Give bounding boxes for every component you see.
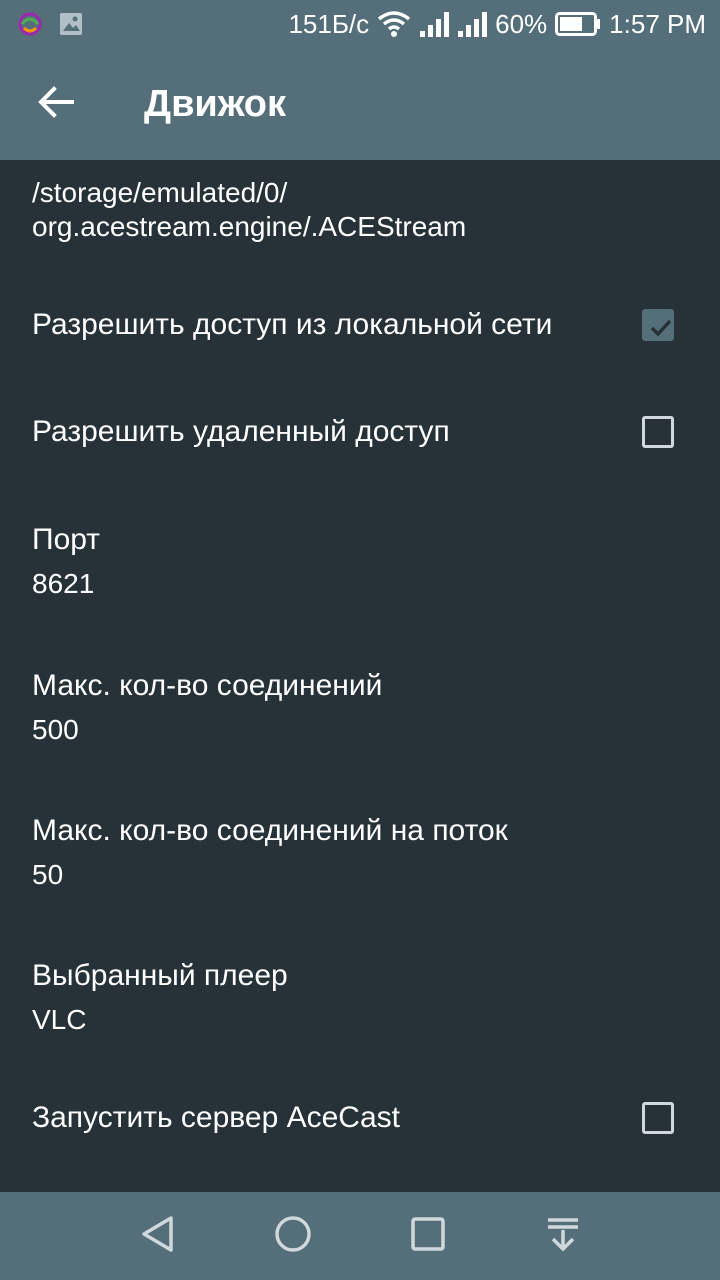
pref-local-access[interactable]: Разрешить доступ из локальной сети [0,275,720,375]
pref-max-connections-value: 500 [32,714,79,745]
clock: 1:57 PM [609,8,706,39]
square-recents-icon [408,1214,448,1259]
triangle-back-icon [138,1214,178,1259]
pref-max-connections[interactable]: Макс. кол-во соединений 500 [0,662,720,752]
preferences-list[interactable]: /storage/emulated/0/ org.acestream.engin… [0,160,720,1192]
back-button[interactable] [0,48,112,160]
toolbar: Движок [0,48,720,160]
status-bar: 151Б/с 60% 1:57 PM [0,0,720,48]
pref-cache-path[interactable]: /storage/emulated/0/ org.acestream.engin… [32,160,632,244]
nav-notifications-button[interactable] [528,1201,598,1271]
image-notification-icon [58,11,84,37]
signal-icon-1 [419,11,450,37]
pref-max-connections-title: Макс. кол-во соединений [32,669,383,702]
pref-max-connections-per-stream-title: Макс. кол-во соединений на поток [32,814,508,847]
battery-icon [555,12,601,36]
acecast-server-checkbox[interactable] [642,1102,674,1134]
pull-down-icon [543,1214,583,1259]
remote-access-checkbox[interactable] [642,416,674,448]
pref-acecast-server-title: Запустить сервер AceCast [32,1101,400,1134]
pref-max-connections-per-stream[interactable]: Макс. кол-во соединений на поток 50 [0,807,720,897]
network-speed: 151Б/с [288,8,370,39]
pref-cache-path-title [32,160,632,170]
pref-max-connections-per-stream-value: 50 [32,859,64,890]
pref-port-title: Порт [32,523,101,556]
circle-home-icon [273,1214,313,1259]
pref-selected-player[interactable]: Выбранный плеер VLC [0,952,720,1042]
pref-acecast-server[interactable]: Запустить сервер AceCast [0,1068,720,1168]
pref-remote-access-title: Разрешить удаленный доступ [32,415,450,448]
battery-percent: 60% [495,8,548,39]
pref-port-value: 8621 [32,568,95,599]
pref-cache-path-summary: /storage/emulated/0/ org.acestream.engin… [32,176,632,244]
pref-port[interactable]: Порт 8621 [0,516,720,606]
page-title: Движок [144,82,287,125]
pref-remote-access[interactable]: Разрешить удаленный доступ [0,382,720,482]
signal-icon-2 [457,11,488,37]
pref-selected-player-title: Выбранный плеер [32,959,288,992]
app-notification-icon [16,10,44,38]
nav-recents-button[interactable] [393,1201,463,1271]
wifi-icon [377,10,411,38]
pref-cache-path-line1: /storage/emulated/0/ [32,177,288,208]
pref-selected-player-value: VLC [32,1004,87,1035]
pref-local-access-title: Разрешить доступ из локальной сети [32,308,553,341]
arrow-back-icon [36,82,76,127]
pref-cache-path-line2: org.acestream.engine/.ACEStream [32,211,467,242]
navigation-bar [0,1192,720,1280]
nav-home-button[interactable] [258,1201,328,1271]
local-access-checkbox[interactable] [642,309,674,341]
nav-back-button[interactable] [123,1201,193,1271]
